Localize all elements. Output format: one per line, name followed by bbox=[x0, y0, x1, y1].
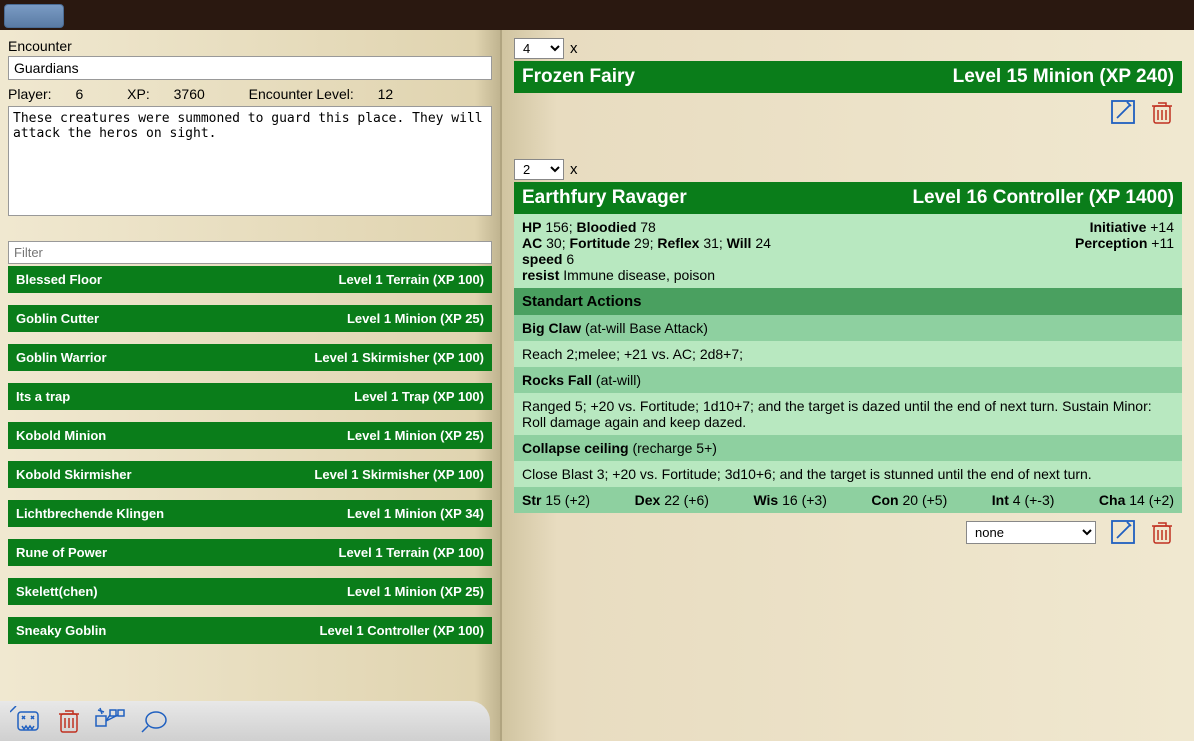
delete-icon[interactable] bbox=[56, 706, 82, 736]
list-item[interactable]: Goblin WarriorLevel 1 Skirmisher (XP 100… bbox=[8, 344, 492, 371]
action-desc: Close Blast 3; +20 vs. Fortitude; 3d10+6… bbox=[514, 461, 1182, 487]
list-item[interactable]: Blessed FloorLevel 1 Terrain (XP 100) bbox=[8, 266, 492, 293]
creature1-remove-button[interactable]: x bbox=[570, 40, 578, 57]
list-item[interactable]: Lichtbrechende KlingenLevel 1 Minion (XP… bbox=[8, 500, 492, 527]
book-container: Encounter Player: 6 XP: 3760 Encounter L… bbox=[0, 30, 1194, 741]
back-button[interactable] bbox=[4, 4, 64, 28]
search-icon[interactable] bbox=[138, 706, 170, 736]
theme-select[interactable]: none bbox=[966, 521, 1096, 544]
bottom-toolbar bbox=[0, 701, 490, 741]
ability-scores: Str 15 (+2) Dex 22 (+6) Wis 16 (+3) Con … bbox=[514, 487, 1182, 513]
left-page: Encounter Player: 6 XP: 3760 Encounter L… bbox=[0, 30, 500, 741]
monster-list[interactable]: Blessed FloorLevel 1 Terrain (XP 100) Go… bbox=[8, 266, 492, 686]
layout-icon[interactable] bbox=[94, 706, 126, 736]
filter-input[interactable] bbox=[8, 241, 492, 264]
action-row: Rocks Fall (at-will) bbox=[514, 367, 1182, 393]
encounter-name-input[interactable] bbox=[8, 56, 492, 80]
action-row: Collapse ceiling (recharge 5+) bbox=[514, 435, 1182, 461]
list-item[interactable]: Kobold SkirmisherLevel 1 Skirmisher (XP … bbox=[8, 461, 492, 488]
list-item[interactable]: Goblin CutterLevel 1 Minion (XP 25) bbox=[8, 305, 492, 332]
creature1-name: Frozen Fairy bbox=[522, 66, 635, 88]
creature2-name: Earthfury Ravager bbox=[522, 187, 687, 209]
standard-actions-header: Standart Actions bbox=[514, 288, 1182, 315]
delete-icon[interactable] bbox=[1150, 519, 1174, 545]
list-item[interactable]: Skelett(chen)Level 1 Minion (XP 25) bbox=[8, 578, 492, 605]
creature2-qty-select[interactable]: 2 bbox=[514, 159, 564, 180]
creature1-qty-select[interactable]: 4 bbox=[514, 38, 564, 59]
list-item[interactable]: Kobold MinionLevel 1 Minion (XP 25) bbox=[8, 422, 492, 449]
action-desc: Ranged 5; +20 vs. Fortitude; 1d10+7; and… bbox=[514, 393, 1182, 435]
list-item[interactable]: Its a trapLevel 1 Trap (XP 100) bbox=[8, 383, 492, 410]
creature2-header: Earthfury Ravager Level 16 Controller (X… bbox=[514, 182, 1182, 214]
edit-icon[interactable] bbox=[1110, 99, 1136, 125]
action-desc: Reach 2;melee; +21 vs. AC; 2d8+7; bbox=[514, 341, 1182, 367]
list-item[interactable]: Sneaky GoblinLevel 1 Controller (XP 100) bbox=[8, 617, 492, 644]
creature2-remove-button[interactable]: x bbox=[570, 161, 578, 178]
new-monster-icon[interactable] bbox=[10, 706, 44, 736]
edit-icon[interactable] bbox=[1110, 519, 1136, 545]
creature2-stats: HP 156; Bloodied 78 AC 30; Fortitude 29;… bbox=[514, 214, 1182, 288]
creature2-meta: Level 16 Controller (XP 1400) bbox=[912, 187, 1174, 209]
list-item[interactable]: Rune of PowerLevel 1 Terrain (XP 100) bbox=[8, 539, 492, 566]
creature1-meta: Level 15 Minion (XP 240) bbox=[953, 66, 1174, 88]
creature1-header: Frozen Fairy Level 15 Minion (XP 240) bbox=[514, 61, 1182, 93]
action-row: Big Claw (at-will Base Attack) bbox=[514, 315, 1182, 341]
encounter-notes[interactable]: These creatures were summoned to guard t… bbox=[8, 106, 492, 216]
delete-icon[interactable] bbox=[1150, 99, 1174, 125]
encounter-label: Encounter bbox=[8, 38, 492, 54]
encounter-info-row: Player: 6 XP: 3760 Encounter Level: 12 bbox=[8, 86, 492, 102]
right-page: 4 x Frozen Fairy Level 15 Minion (XP 240… bbox=[500, 30, 1194, 741]
